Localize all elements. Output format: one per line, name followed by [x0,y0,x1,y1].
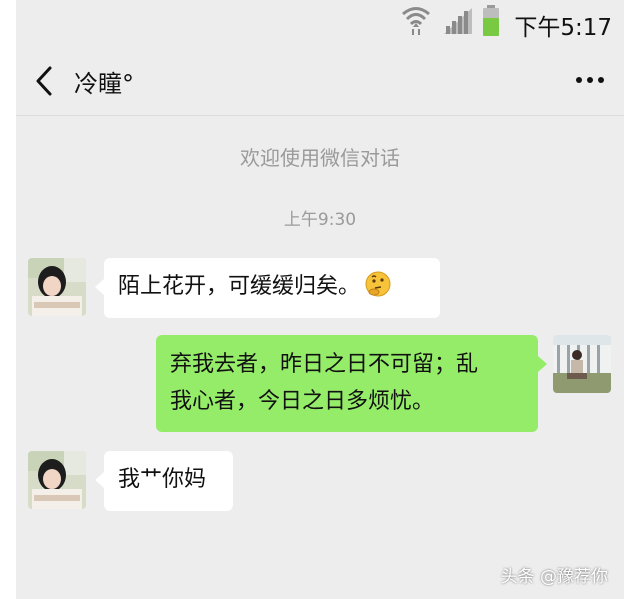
watermark: 头条 @豫荐你 [500,567,608,587]
chat-screen: 下午5:17 冷瞳° 欢迎使用微信对话 上午9:30 陌上花开，可缓缓归矣。 弃… [16,0,624,599]
wifi-icon [402,7,430,35]
self-avatar[interactable] [553,335,611,393]
more-icon[interactable] [572,68,608,92]
message-text-line-1: 弃我去者，昨日之日不可留；乱 [170,352,479,377]
contact-avatar[interactable] [28,451,86,509]
message-text: 陌上花开，可缓缓归矣。 [118,274,361,299]
thinking-face-emoji [365,271,391,297]
message-bubble-contact[interactable]: 陌上花开，可缓缓归矣。 [95,258,440,318]
signal-icon [444,8,472,34]
status-bar: 下午5:17 [16,0,624,44]
header-divider [16,115,624,116]
message-bubble-self[interactable]: 弃我去者，昨日之日不可留；乱 我心者，今日之日多烦忧。 [156,335,547,432]
message-text: 我艹你妈 [118,467,207,492]
chat-title: 冷瞳° [74,70,134,98]
message-text-line-2: 我心者，今日之日多烦忧。 [170,389,435,414]
title-bar: 冷瞳° [16,44,624,116]
contact-avatar[interactable] [28,258,86,316]
message-bubble-contact[interactable]: 我艹你妈 [95,451,233,511]
battery-icon [483,5,499,36]
welcome-message: 欢迎使用微信对话 [240,146,400,170]
back-arrow-icon[interactable] [32,64,58,98]
status-time: 下午5:17 [514,15,612,41]
message-timestamp: 上午9:30 [283,210,357,230]
